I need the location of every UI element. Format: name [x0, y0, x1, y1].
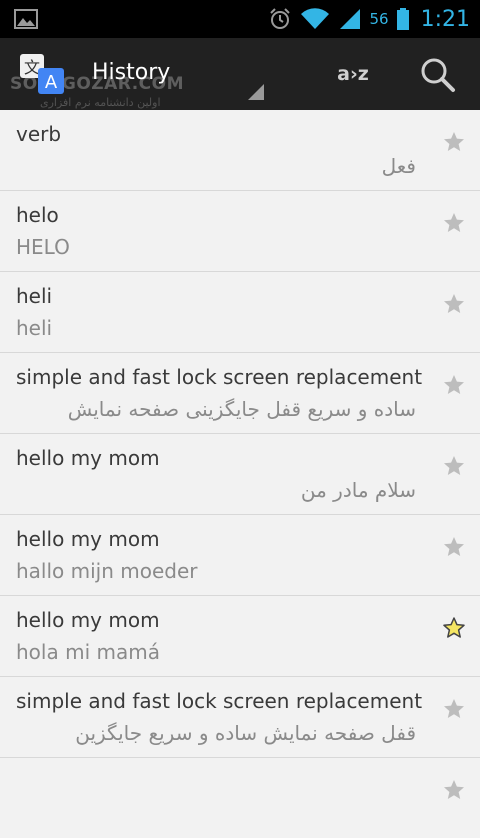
translation-text: ساده و سریع قفل جایگزینی صفحه نمایش: [67, 397, 416, 421]
source-text: hello my mom: [16, 608, 160, 632]
history-item[interactable]: simple and fast lock screen replacement …: [0, 353, 480, 434]
star-icon[interactable]: [442, 292, 466, 316]
history-item[interactable]: [0, 758, 480, 838]
history-list: verb فعل helo HELO heli heli simple and …: [0, 110, 480, 838]
star-icon[interactable]: [442, 130, 466, 154]
translation-text: فعل: [381, 154, 416, 178]
translation-text: HELO: [16, 235, 70, 259]
source-text: verb: [16, 122, 62, 146]
battery-level: 56: [369, 10, 389, 28]
star-icon[interactable]: [442, 697, 466, 721]
dropdown-triangle-icon[interactable]: [248, 84, 264, 100]
sort-az-button[interactable]: a›z: [325, 58, 381, 90]
alarm-icon: [269, 8, 290, 29]
status-bar: 56 1:21: [0, 0, 480, 38]
history-item[interactable]: heli heli: [0, 272, 480, 353]
page-title[interactable]: History: [92, 60, 170, 85]
source-text: heli: [16, 284, 53, 308]
translation-text: heli: [16, 316, 53, 340]
svg-text:文: 文: [24, 58, 40, 77]
search-icon[interactable]: [414, 52, 462, 96]
translation-text: قفل صفحه نمایش ساده و سریع جایگزین: [75, 721, 416, 745]
wifi-icon: [300, 8, 329, 30]
source-text: helo: [16, 203, 59, 227]
svg-text:A: A: [45, 72, 58, 93]
translation-text: hallo mijn moeder: [16, 559, 198, 583]
signal-icon: [339, 9, 360, 29]
star-icon[interactable]: [442, 211, 466, 235]
star-icon-starred[interactable]: [442, 616, 466, 640]
translate-app-icon[interactable]: 文 A: [18, 52, 66, 96]
history-item[interactable]: hello my mom hallo mijn moeder: [0, 515, 480, 596]
battery-icon: [396, 8, 409, 30]
history-item[interactable]: hello my mom hola mi mamá: [0, 596, 480, 677]
history-item[interactable]: simple and fast lock screen replacement …: [0, 677, 480, 758]
clock: 1:21: [420, 6, 470, 32]
watermark-subtitle: اولین دانشنامه نرم افزاری: [40, 96, 161, 109]
history-item[interactable]: helo HELO: [0, 191, 480, 272]
star-icon[interactable]: [442, 373, 466, 397]
star-icon[interactable]: [442, 535, 466, 559]
action-bar: SOFTGOZAR.COM اولین دانشنامه نرم افزاری …: [0, 38, 480, 112]
source-text: hello my mom: [16, 446, 160, 470]
history-item[interactable]: hello my mom سلام مادر من: [0, 434, 480, 515]
source-text: simple and fast lock screen replacement: [16, 365, 423, 389]
source-text: hello my mom: [16, 527, 160, 551]
translation-text: سلام مادر من: [300, 478, 416, 502]
source-text: simple and fast lock screen replacement: [16, 689, 423, 713]
star-icon[interactable]: [442, 778, 466, 802]
star-icon[interactable]: [442, 454, 466, 478]
history-item[interactable]: verb فعل: [0, 110, 480, 191]
gallery-notification-icon: [14, 9, 38, 29]
translation-text: hola mi mamá: [16, 640, 160, 664]
